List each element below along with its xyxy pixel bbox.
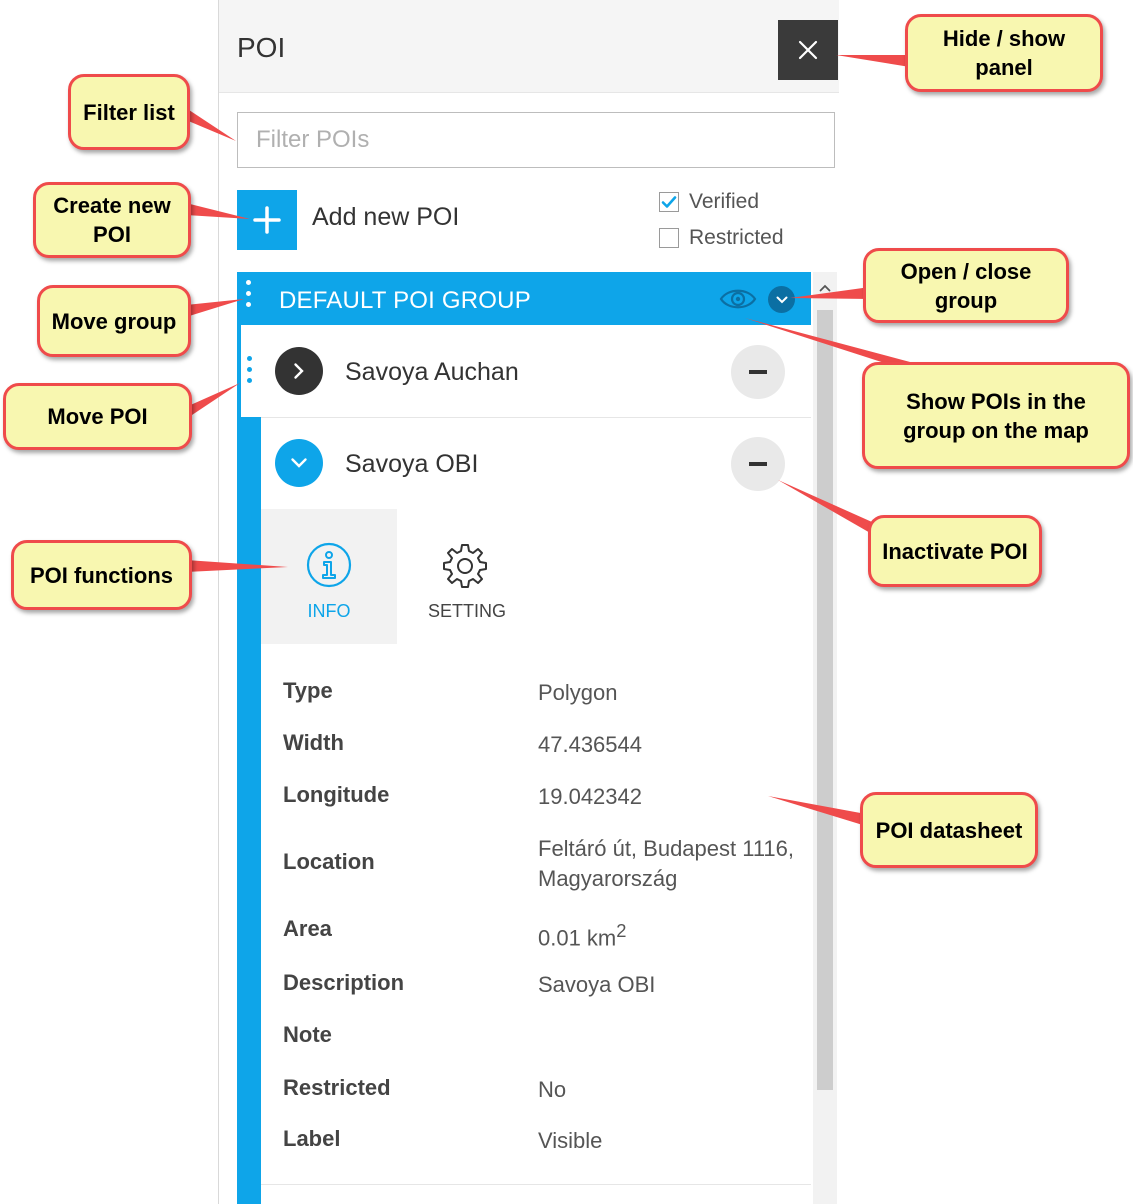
callout-create-new-poi: Create new POI — [33, 182, 191, 258]
add-poi-label: Add new POI — [312, 203, 460, 231]
poi-name: Savoya Auchan — [345, 358, 519, 386]
tab-setting-label: SETTING — [427, 601, 506, 621]
verified-checkbox[interactable] — [659, 192, 679, 212]
add-poi-button[interactable] — [237, 190, 297, 250]
panel-header: POI — [219, 0, 839, 93]
filter-input[interactable] — [237, 112, 835, 168]
minus-icon — [749, 370, 767, 374]
chevron-down-icon — [291, 458, 307, 468]
callout-poi-datasheet: POI datasheet — [860, 792, 1038, 868]
move-poi-handle-icon[interactable] — [247, 356, 255, 383]
poi-row[interactable]: Savoya OBI — [261, 418, 811, 510]
poi-datasheet: Type Polygon Width 47.436544 Longitude 1… — [261, 644, 811, 1185]
tab-info-label: INFO — [307, 601, 351, 621]
scrollbar[interactable] — [813, 272, 837, 1204]
panel-title: POI — [237, 32, 286, 63]
poi-name: Savoya OBI — [345, 450, 479, 478]
callout-open-close-group: Open / close group — [863, 248, 1069, 323]
poi-row[interactable]: Savoya Auchan — [261, 326, 811, 418]
minus-icon — [749, 462, 767, 466]
callout-hide-show-panel: Hide / show panel — [905, 14, 1103, 92]
tab-info[interactable]: INFO — [261, 509, 397, 644]
inactivate-poi-button[interactable] — [731, 437, 785, 491]
poi-list: DEFAULT POI GROUP Savoya Auchan Savoya O… — [237, 272, 811, 1204]
move-group-handle-icon[interactable] — [246, 280, 254, 307]
scrollbar-thumb[interactable] — [817, 310, 833, 1090]
close-icon — [798, 40, 818, 60]
group-toggle-button[interactable] — [768, 286, 795, 313]
info-icon — [306, 542, 352, 588]
poi-expand-button[interactable] — [275, 347, 323, 395]
restricted-checkbox-row[interactable]: Restricted — [659, 226, 784, 250]
callout-move-poi: Move POI — [3, 383, 192, 450]
tab-setting[interactable]: SETTING — [397, 509, 537, 644]
verified-checkbox-row[interactable]: Verified — [659, 190, 759, 214]
callout-inactivate-poi: Inactivate POI — [868, 515, 1042, 587]
inactivate-poi-button[interactable] — [731, 345, 785, 399]
chevron-down-icon — [776, 296, 787, 303]
group-stripe — [237, 325, 261, 1204]
checkmark-icon — [661, 196, 677, 208]
poi-group-header[interactable]: DEFAULT POI GROUP — [237, 272, 811, 325]
callout-filter-list: Filter list — [68, 74, 190, 150]
chevron-up-icon — [819, 284, 831, 292]
callout-poi-functions: POI functions — [11, 540, 192, 610]
group-title: DEFAULT POI GROUP — [279, 287, 531, 314]
chevron-right-icon — [294, 363, 304, 379]
poi-panel: POI Add new POI Verified Restricted — [218, 0, 839, 1204]
verified-label: Verified — [689, 190, 760, 213]
poi-function-tabs: INFO SETTING — [261, 509, 811, 645]
eye-icon[interactable] — [719, 286, 757, 312]
restricted-label: Restricted — [689, 226, 784, 249]
gear-icon — [443, 544, 487, 588]
callout-move-group: Move group — [37, 285, 191, 357]
callout-show-pois-on-map: Show POIs in the group on the map — [862, 362, 1130, 469]
poi-collapse-button[interactable] — [275, 439, 323, 487]
scroll-up-button[interactable] — [813, 276, 837, 300]
close-panel-button[interactable] — [778, 20, 838, 80]
plus-icon — [253, 206, 281, 234]
restricted-checkbox[interactable] — [659, 228, 679, 248]
